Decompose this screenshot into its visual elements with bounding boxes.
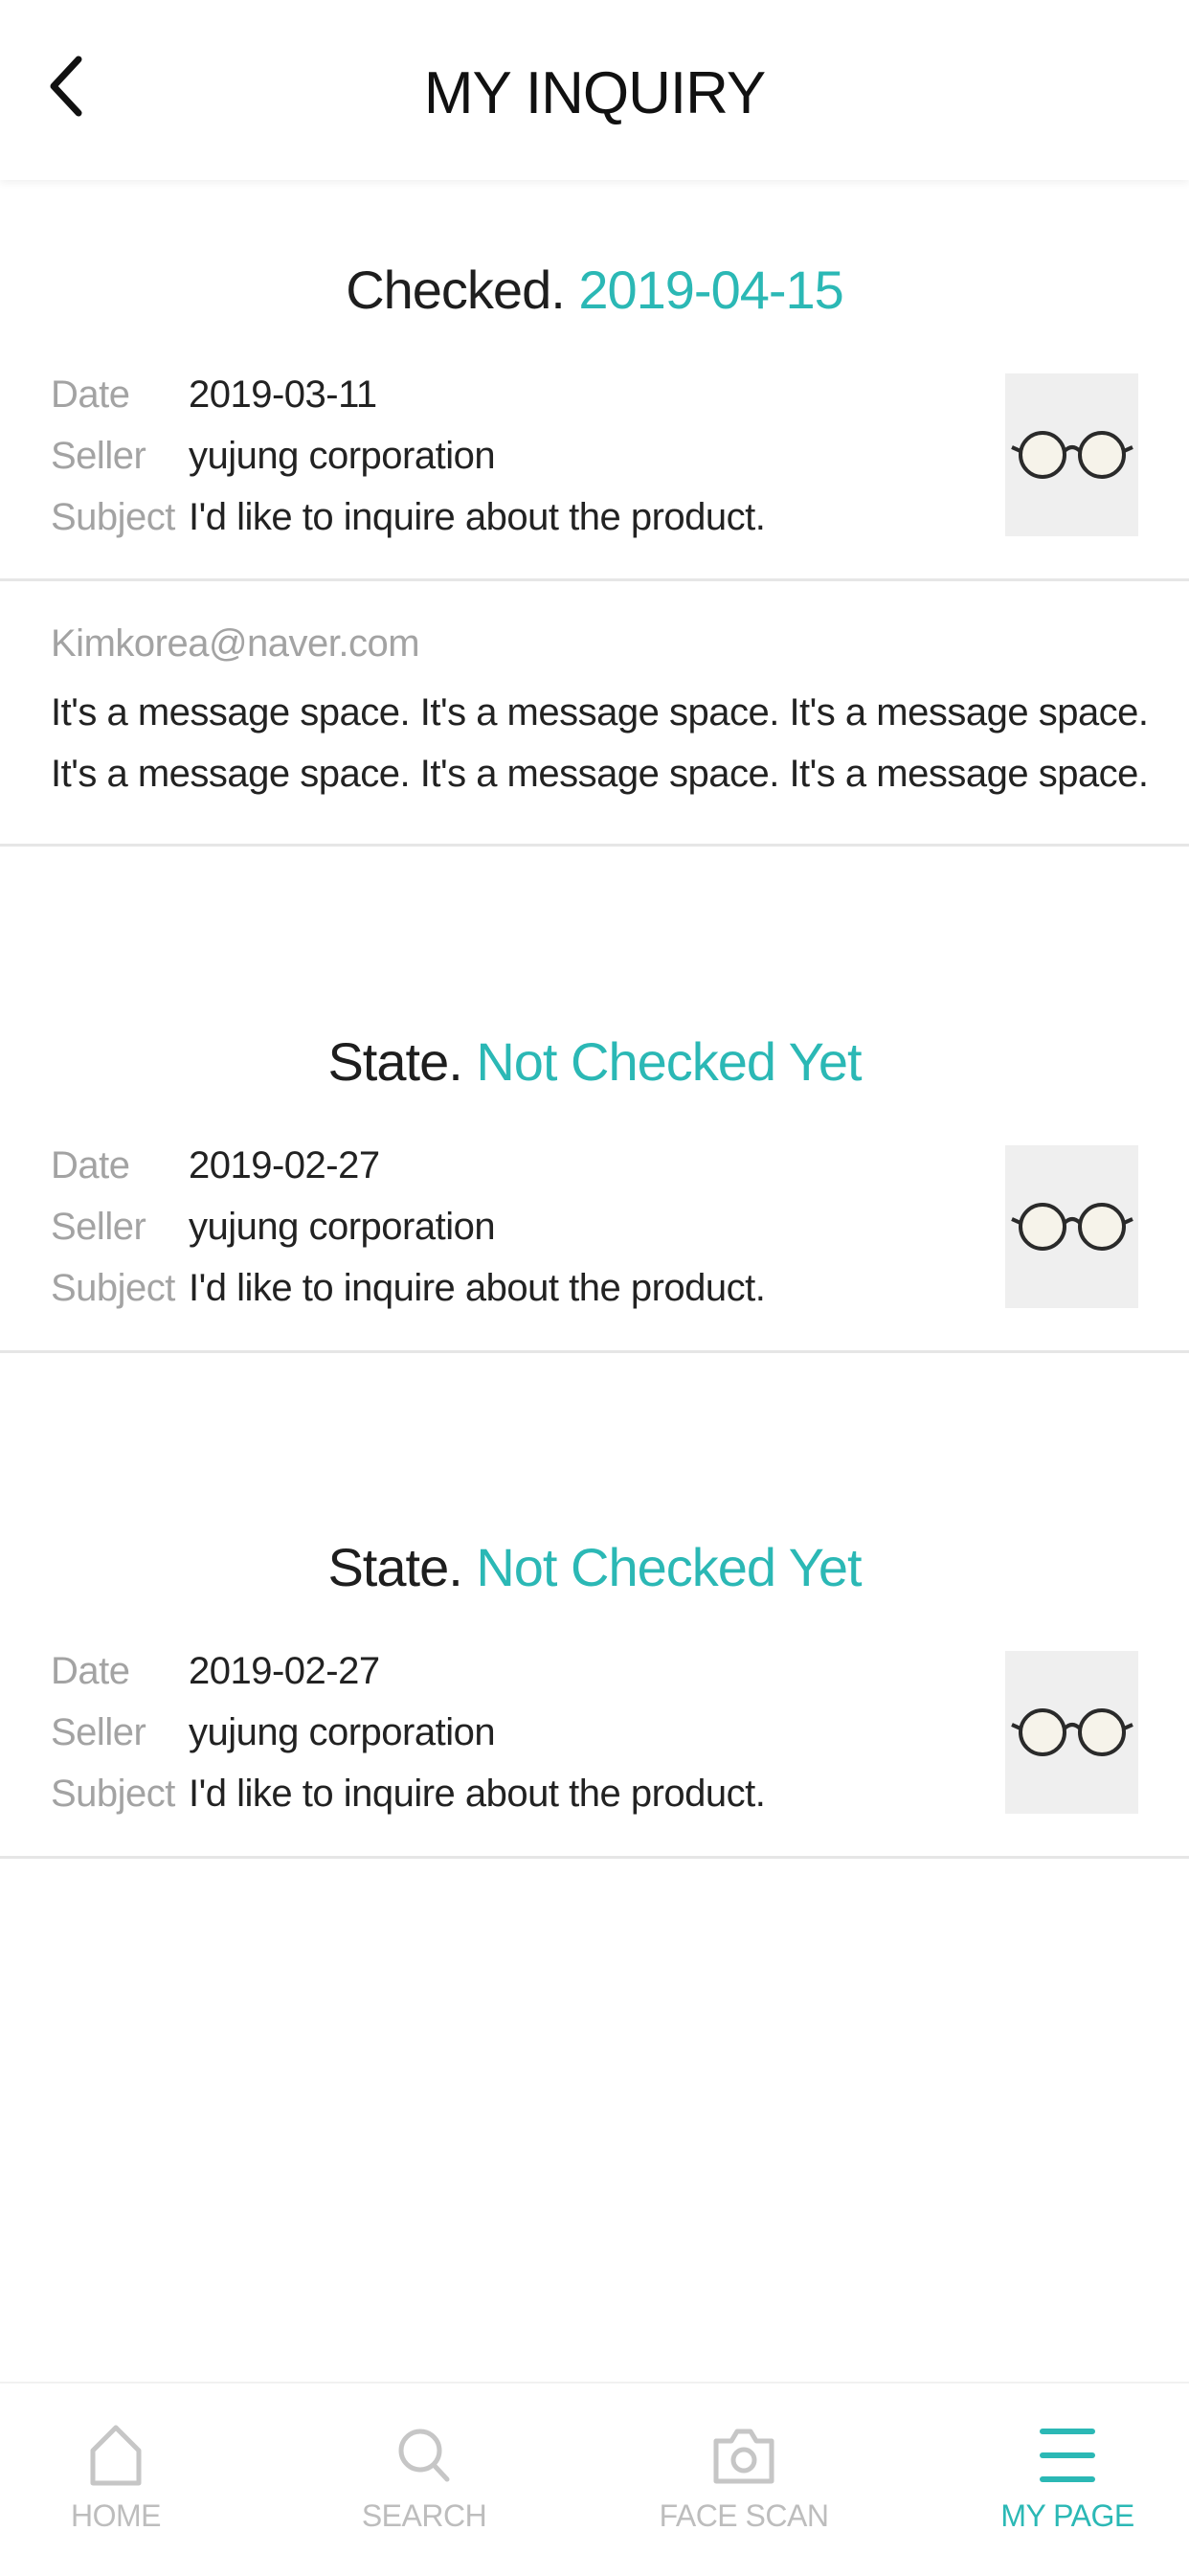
date-label: Date: [51, 373, 130, 416]
inquiry-seller-row: Seller yujung corporation: [51, 433, 496, 479]
product-thumbnail[interactable]: [1005, 1145, 1138, 1308]
inquiry-date-row: Date 2019-03-11: [51, 372, 377, 418]
inquiry-subject-row: Subject I'd like to inquire about the pro…: [51, 1265, 766, 1311]
message-line: It's a message space. It's a message spa…: [51, 691, 1149, 734]
product-thumbnail[interactable]: [1005, 373, 1138, 536]
seller-value: yujung corporation: [189, 435, 496, 477]
message-line: It's a message space. It's a message spa…: [51, 753, 1149, 795]
status-value: Not Checked Yet: [476, 1537, 862, 1597]
inquiry-subject-row: Subject I'd like to inquire about the pro…: [51, 494, 766, 540]
inquiry-seller-row: Seller yujung corporation: [51, 1204, 496, 1250]
subject-value: I'd like to inquire about the product.: [189, 1773, 766, 1815]
inquiry-status: State. Not Checked Yet: [0, 1030, 1189, 1093]
divider: [0, 1856, 1189, 1859]
seller-label: Seller: [51, 435, 146, 477]
tab-label: SEARCH: [361, 2498, 487, 2533]
glasses-icon: [1010, 431, 1133, 479]
page-title: MY INQUIRY: [423, 60, 766, 126]
tab-home[interactable]: HOME: [20, 2384, 212, 2576]
subject-value: I'd like to inquire about the product.: [189, 496, 766, 538]
status-prefix: State.: [327, 1031, 462, 1092]
tab-label: FACE SCAN: [659, 2498, 829, 2533]
date-value: 2019-02-27: [189, 1144, 380, 1186]
camera-icon: [713, 2429, 774, 2484]
date-label: Date: [51, 1144, 130, 1186]
search-icon: [398, 2429, 450, 2482]
tab-face-scan[interactable]: FACE SCAN: [648, 2384, 840, 2576]
inquiry-date-row: Date 2019-02-27: [51, 1142, 380, 1188]
divider: [0, 578, 1189, 581]
subject-value: I'd like to inquire about the product.: [189, 1267, 766, 1309]
inquiry-date-row: Date 2019-02-27: [51, 1648, 380, 1694]
date-value: 2019-03-11: [189, 373, 377, 416]
seller-label: Seller: [51, 1711, 146, 1753]
home-icon: [90, 2425, 142, 2486]
inquiry-status: State. Not Checked Yet: [0, 1536, 1189, 1598]
seller-value: yujung corporation: [189, 1711, 496, 1753]
top-bar: MY INQUIRY: [0, 0, 1189, 180]
glasses-icon: [1010, 1708, 1133, 1756]
divider: [0, 844, 1189, 847]
menu-icon: [1040, 2429, 1095, 2482]
seller-value: yujung corporation: [189, 1206, 496, 1248]
status-prefix: State.: [327, 1537, 462, 1597]
status-value: 2019-04-15: [578, 260, 843, 320]
inquiry-status: Checked. 2019-04-15: [0, 259, 1189, 321]
status-prefix: Checked.: [346, 260, 566, 320]
tab-label: MY PAGE: [1000, 2498, 1134, 2533]
tab-my-page[interactable]: MY PAGE: [972, 2384, 1163, 2576]
subject-label: Subject: [51, 1267, 175, 1309]
inquiry-seller-row: Seller yujung corporation: [51, 1709, 496, 1755]
seller-label: Seller: [51, 1206, 146, 1248]
glasses-icon: [1010, 1203, 1133, 1251]
inquiry-subject-row: Subject I'd like to inquire about the pro…: [51, 1771, 766, 1817]
divider: [0, 1350, 1189, 1353]
bottom-tab-bar: HOME SEARCH FACE SCAN MY PAGE: [0, 2382, 1189, 2576]
sender-email: Kimkorea@naver.com: [51, 622, 420, 665]
subject-label: Subject: [51, 496, 175, 538]
date-label: Date: [51, 1650, 130, 1692]
date-value: 2019-02-27: [189, 1650, 380, 1692]
tab-label: HOME: [71, 2498, 162, 2533]
subject-label: Subject: [51, 1773, 175, 1815]
status-value: Not Checked Yet: [476, 1031, 862, 1092]
product-thumbnail[interactable]: [1005, 1651, 1138, 1814]
tab-search[interactable]: SEARCH: [328, 2384, 520, 2576]
